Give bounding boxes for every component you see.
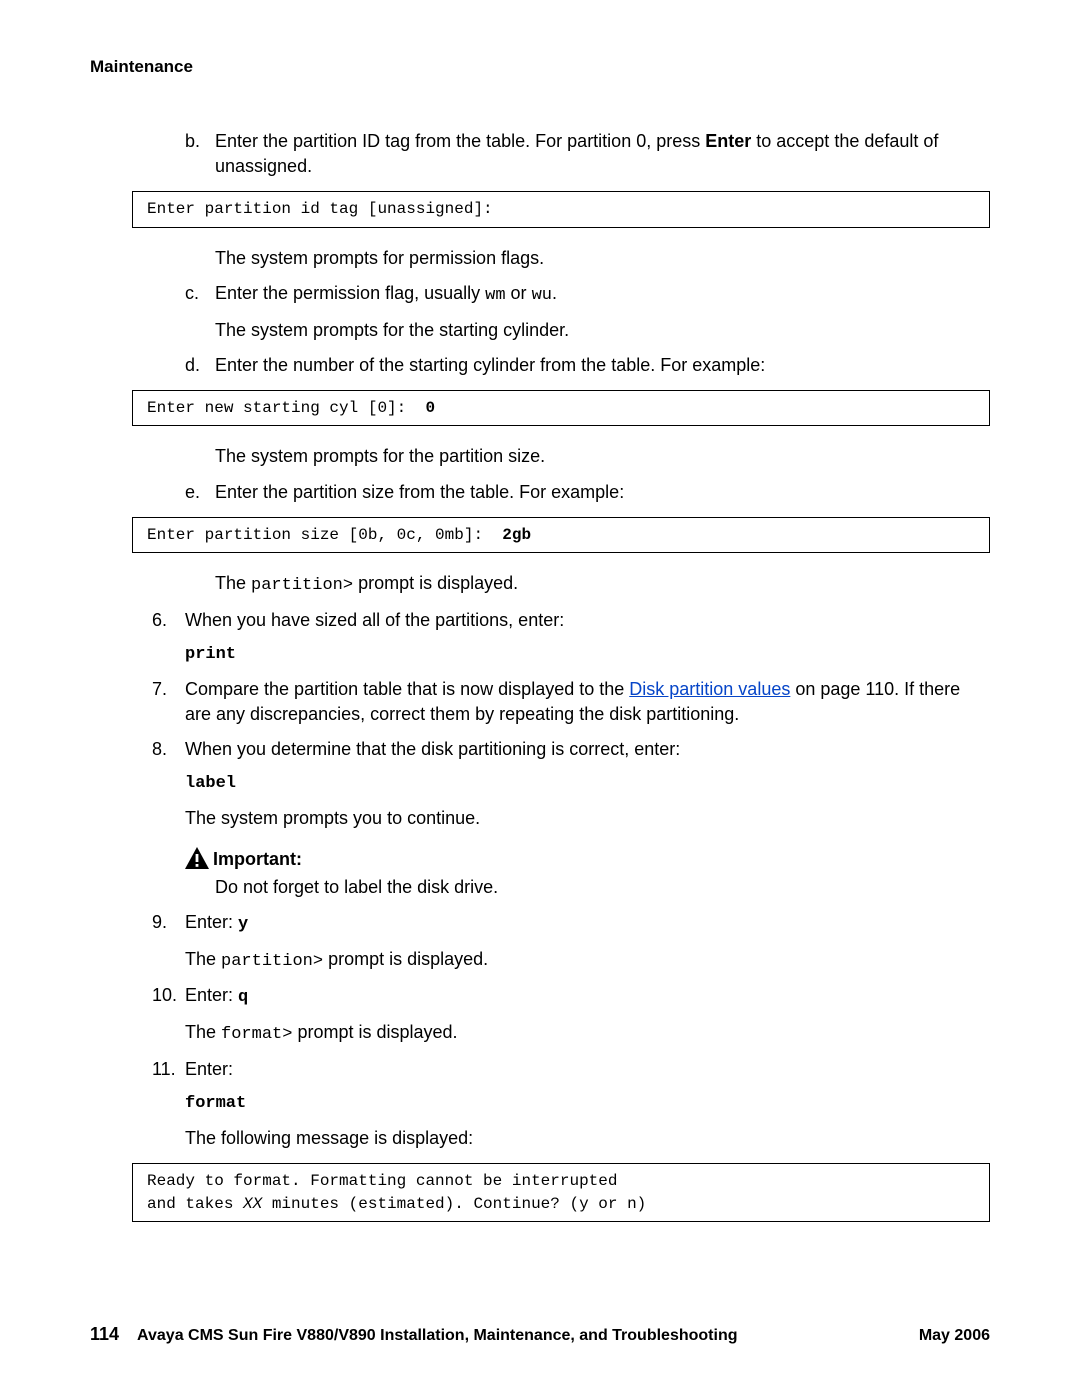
page: Maintenance b. Enter the partition ID ta… — [0, 0, 1080, 1397]
step-8: 8. When you determine that the disk part… — [152, 737, 990, 762]
step-label-c: c. — [185, 281, 215, 308]
step-label-10: 10. — [152, 983, 185, 1010]
step-body-11: Enter: — [185, 1057, 990, 1082]
code-block-ready-format: Ready to format. Formatting cannot be in… — [132, 1163, 990, 1222]
step-7: 7. Compare the partition table that is n… — [152, 677, 990, 727]
note-after-8: The system prompts you to continue. — [185, 806, 990, 831]
step-e: e. Enter the partition size from the tab… — [185, 480, 990, 505]
code-input: 0 — [425, 399, 435, 417]
link-disk-partition-values[interactable]: Disk partition values — [629, 679, 790, 699]
note-after-10: The format> prompt is displayed. — [185, 1020, 990, 1047]
step-label-e: e. — [185, 480, 215, 505]
code-line: and takes XX minutes (estimated). Contin… — [147, 1195, 646, 1213]
step-body-c: Enter the permission flag, usually wm or… — [215, 281, 990, 308]
step-10: 10. Enter: q — [152, 983, 990, 1010]
code-wm: wm — [485, 286, 505, 305]
text: The — [185, 1022, 221, 1042]
warning-icon — [185, 847, 213, 869]
step-body-6: When you have sized all of the partition… — [185, 608, 990, 633]
step-body-b: Enter the partition ID tag from the tabl… — [215, 129, 990, 179]
footer-date: May 2006 — [919, 1325, 990, 1347]
page-number: 114 — [90, 1322, 119, 1347]
step-11: 11. Enter: — [152, 1057, 990, 1082]
step-c: c. Enter the permission flag, usually wm… — [185, 281, 990, 308]
code-wu: wu — [532, 286, 552, 305]
step-body-10: Enter: q — [185, 983, 990, 1010]
step-6: 6. When you have sized all of the partit… — [152, 608, 990, 633]
code-input: 2gb — [502, 526, 531, 544]
note-after-e: The partition> prompt is displayed. — [215, 571, 990, 598]
code-block-id-tag: Enter partition id tag [unassigned]: — [132, 191, 990, 227]
command-print: print — [185, 643, 990, 667]
step-body-8: When you determine that the disk partiti… — [185, 737, 990, 762]
section-header: Maintenance — [90, 55, 990, 79]
footer-title: Avaya CMS Sun Fire V880/V890 Installatio… — [137, 1325, 919, 1347]
code-text: Enter new starting cyl [0]: — [147, 399, 425, 417]
important-label: Important: — [213, 847, 302, 872]
step-body-e: Enter the partition size from the table.… — [215, 480, 990, 505]
prompt-format: format> — [221, 1025, 292, 1044]
key-enter: Enter — [705, 131, 751, 151]
step-label-b: b. — [185, 129, 215, 179]
note-after-11: The following message is displayed: — [185, 1126, 990, 1151]
code-block-starting-cyl: Enter new starting cyl [0]: 0 — [132, 390, 990, 426]
step-label-d: d. — [185, 353, 215, 378]
step-label-6: 6. — [152, 608, 185, 633]
note-after-9: The partition> prompt is displayed. — [185, 947, 990, 974]
note-after-b: The system prompts for permission flags. — [215, 246, 990, 271]
text: Enter the partition ID tag from the tabl… — [215, 131, 705, 151]
prompt-partition: partition> — [221, 952, 323, 971]
text: The — [185, 949, 221, 969]
code-text: Enter partition size [0b, 0c, 0mb]: — [147, 526, 502, 544]
text: and takes — [147, 1195, 243, 1213]
code-block-partition-size: Enter partition size [0b, 0c, 0mb]: 2gb — [132, 517, 990, 553]
step-label-7: 7. — [152, 677, 185, 727]
important-callout: Important: — [185, 847, 990, 872]
step-body-9: Enter: y — [185, 910, 990, 937]
note-after-d: The system prompts for the partition siz… — [215, 444, 990, 469]
code-line: Ready to format. Formatting cannot be in… — [147, 1172, 617, 1190]
step-label-8: 8. — [152, 737, 185, 762]
text: minutes (estimated). Continue? (y or n) — [262, 1195, 646, 1213]
placeholder-xx: XX — [243, 1195, 262, 1213]
text: Compare the partition table that is now … — [185, 679, 629, 699]
important-body: Do not forget to label the disk drive. — [215, 875, 990, 900]
step-body-7: Compare the partition table that is now … — [185, 677, 990, 727]
text: or — [506, 283, 532, 303]
text: Enter: — [185, 985, 238, 1005]
text: prompt is displayed. — [353, 573, 518, 593]
text: Enter: — [185, 912, 238, 932]
note-after-c: The system prompts for the starting cyli… — [215, 318, 990, 343]
prompt-partition: partition> — [251, 576, 353, 595]
text: . — [552, 283, 557, 303]
step-body-d: Enter the number of the starting cylinde… — [215, 353, 990, 378]
text: prompt is displayed. — [323, 949, 488, 969]
step-b: b. Enter the partition ID tag from the t… — [185, 129, 990, 179]
command-format: format — [185, 1092, 990, 1116]
step-9: 9. Enter: y — [152, 910, 990, 937]
command-q: q — [238, 988, 248, 1007]
step-label-11: 11. — [152, 1057, 185, 1082]
text: The — [215, 573, 251, 593]
page-footer: 114 Avaya CMS Sun Fire V880/V890 Install… — [0, 1322, 1080, 1347]
step-label-9: 9. — [152, 910, 185, 937]
text: Enter the permission flag, usually — [215, 283, 485, 303]
command-y: y — [238, 915, 248, 934]
code-text: Enter partition id tag [unassigned]: — [147, 200, 493, 218]
step-d: d. Enter the number of the starting cyli… — [185, 353, 990, 378]
text: prompt is displayed. — [292, 1022, 457, 1042]
command-label: label — [185, 772, 990, 796]
